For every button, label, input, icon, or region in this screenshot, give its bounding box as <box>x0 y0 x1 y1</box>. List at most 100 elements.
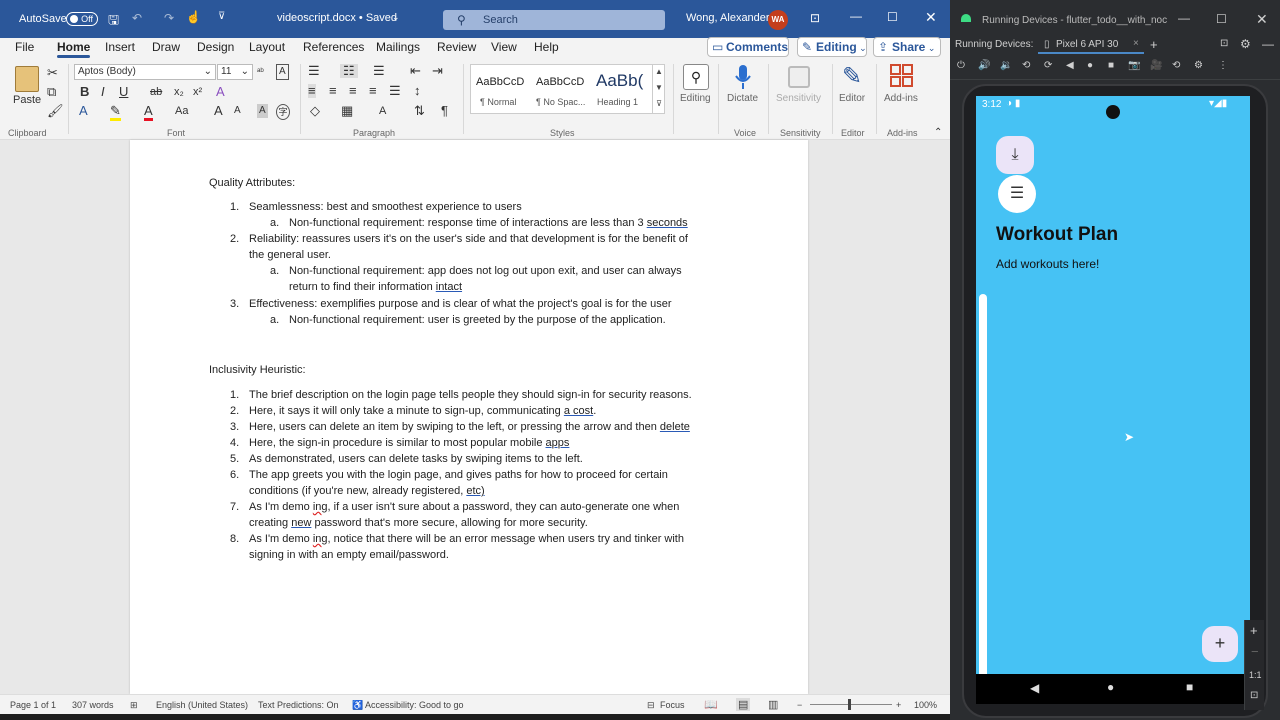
gear-icon[interactable]: ⚙ <box>1240 37 1251 51</box>
comments-button[interactable]: ▭ Comments <box>707 37 789 57</box>
tab-mailings[interactable]: Mailings <box>376 40 420 54</box>
chevron-down-icon[interactable]: ⌄ <box>392 12 400 23</box>
paste-button[interactable]: Paste <box>13 94 41 106</box>
microphone-icon[interactable] <box>734 64 752 90</box>
numbering-icon[interactable]: ☷ <box>340 64 358 78</box>
tab-references[interactable]: References <box>303 40 364 54</box>
avatar[interactable]: WA <box>768 10 788 30</box>
character-shading-icon[interactable]: A <box>257 104 268 118</box>
add-ins-icon[interactable] <box>890 64 914 88</box>
autosave-toggle[interactable]: Off <box>66 12 98 26</box>
home-icon[interactable]: ● <box>1087 60 1093 71</box>
decrease-indent-icon[interactable]: ⇤ <box>410 64 421 78</box>
layout-icon[interactable]: ⊡ <box>1220 38 1228 49</box>
editing-group-button[interactable]: Editing <box>680 93 711 104</box>
reset-icon[interactable]: ⟲ <box>1172 60 1180 71</box>
print-layout-icon[interactable]: ▤ <box>736 698 751 711</box>
tab-layout[interactable]: Layout <box>249 40 285 54</box>
highlight-icon[interactable]: ✎ <box>110 104 121 121</box>
format-painter-icon[interactable]: 🖌 <box>47 104 64 118</box>
styles-scroll[interactable]: ▲ ▼ ⊽ <box>652 64 665 114</box>
superscript-icon[interactable]: x² <box>193 85 202 99</box>
more-icon[interactable]: ⋮ <box>1218 60 1228 71</box>
bold-icon[interactable]: B <box>80 85 89 99</box>
find-icon[interactable]: ⚲ <box>683 64 709 90</box>
customize-qat-icon[interactable]: ⊽ <box>218 11 225 22</box>
shrink-font-icon[interactable]: A <box>234 104 241 118</box>
proofing-icon[interactable]: ⊞ <box>130 700 138 711</box>
search-box[interactable]: ⚲ Search <box>443 10 665 30</box>
word-count[interactable]: 307 words <box>72 700 114 710</box>
paste-icon[interactable] <box>15 66 39 92</box>
distributed-icon[interactable]: ☰ <box>389 84 401 98</box>
align-center-icon[interactable]: ≡ <box>329 84 337 98</box>
text-effects-icon[interactable]: A <box>79 104 88 118</box>
save-icon[interactable]: 🖫 <box>108 11 119 33</box>
power-icon[interactable]: ⏻ <box>957 60 965 71</box>
dictate-button[interactable]: Dictate <box>727 93 758 104</box>
asian-layout-icon[interactable]: A <box>379 104 386 118</box>
zoom-slider[interactable] <box>810 704 892 705</box>
tab-home[interactable]: Home <box>57 40 91 58</box>
editor-icon[interactable]: ✎ <box>842 62 862 91</box>
list-button[interactable]: ☰ <box>998 175 1036 213</box>
sensitivity-icon[interactable] <box>788 66 810 88</box>
justify-icon[interactable]: ≡ <box>369 84 377 98</box>
enclose-character-icon[interactable]: 字 <box>276 104 290 120</box>
copy-icon[interactable]: ⧉ <box>47 85 56 99</box>
ribbon-display-icon[interactable]: ⊡ <box>810 11 820 25</box>
close-icon[interactable]: ✕ <box>1256 11 1268 28</box>
close-icon[interactable]: ✕ <box>925 9 937 26</box>
editor-button[interactable]: Editor <box>839 93 865 104</box>
tab-file[interactable]: File <box>15 40 34 54</box>
text-effects-icon[interactable]: A <box>216 85 225 99</box>
tab-device[interactable]: ▯ Pixel 6 API 30 × <box>1038 36 1144 54</box>
volume-down-icon[interactable]: 🔉 <box>1000 60 1012 71</box>
screenshot-icon[interactable]: 📷 <box>1128 60 1140 71</box>
zoom-out-icon[interactable]: − <box>1251 644 1259 659</box>
undo-icon[interactable]: ↶ <box>132 11 142 25</box>
style-heading-1[interactable]: AaBb( Heading 1 <box>593 69 651 109</box>
borders-icon[interactable]: ▦ <box>341 104 353 118</box>
record-icon[interactable]: 🎥 <box>1150 60 1162 71</box>
collapse-ribbon-icon[interactable]: ⌃ <box>934 126 942 140</box>
rotate-left-icon[interactable]: ⟲ <box>1022 60 1030 71</box>
clear-format-icon[interactable]: A <box>276 64 289 80</box>
add-device-icon[interactable]: + <box>1150 37 1158 52</box>
strikethrough-icon[interactable]: ab <box>150 85 162 99</box>
download-button[interactable]: ⤓ <box>996 136 1034 174</box>
zoom-in-icon[interactable]: + <box>896 700 901 710</box>
rotate-right-icon[interactable]: ⟳ <box>1044 60 1052 71</box>
close-tab-icon[interactable]: × <box>1133 38 1139 49</box>
touch-mode-icon[interactable]: ☝ <box>186 10 201 24</box>
tab-design[interactable]: Design <box>197 40 234 54</box>
back-icon[interactable]: ◀ <box>1066 60 1074 71</box>
read-mode-icon[interactable]: 📖 <box>704 698 718 711</box>
accessibility-status[interactable]: Accessibility: Good to go <box>365 700 464 710</box>
multilevel-list-icon[interactable]: ☰ <box>373 64 385 78</box>
font-name-select[interactable]: Aptos (Body) ⌄ <box>74 64 216 80</box>
style-normal[interactable]: AaBbCcD ¶ Normal <box>473 69 531 109</box>
minimize-icon[interactable]: — <box>850 9 862 23</box>
sensitivity-button[interactable]: Sensitivity <box>776 93 821 104</box>
zoom-out-icon[interactable]: − <box>797 700 802 710</box>
shading-icon[interactable]: ◇ <box>310 104 320 118</box>
increase-indent-icon[interactable]: ⇥ <box>432 64 443 78</box>
align-left-icon[interactable]: ≡ <box>308 84 316 98</box>
tab-help[interactable]: Help <box>534 40 559 54</box>
grow-font-icon[interactable]: A <box>214 104 223 118</box>
maximize-icon[interactable]: ☐ <box>1216 12 1227 26</box>
font-color-icon[interactable]: A <box>144 104 153 121</box>
page-count[interactable]: Page 1 of 1 <box>10 700 56 710</box>
add-ins-button[interactable]: Add-ins <box>884 93 918 104</box>
zoom-ratio-button[interactable]: 1:1 <box>1249 670 1262 680</box>
overview-icon[interactable]: ■ <box>1108 60 1114 71</box>
drawer-edge[interactable] <box>979 294 987 674</box>
tab-insert[interactable]: Insert <box>105 40 135 54</box>
sort-icon[interactable]: ⇅ <box>414 104 425 118</box>
overview-icon[interactable]: ■ <box>1186 680 1193 694</box>
fit-screen-icon[interactable]: ⊡ <box>1250 690 1258 701</box>
document-title[interactable]: videoscript.docx • Saved <box>277 12 397 24</box>
font-size-select[interactable]: 11 ⌄ <box>217 64 253 80</box>
language[interactable]: English (United States) <box>156 700 248 710</box>
